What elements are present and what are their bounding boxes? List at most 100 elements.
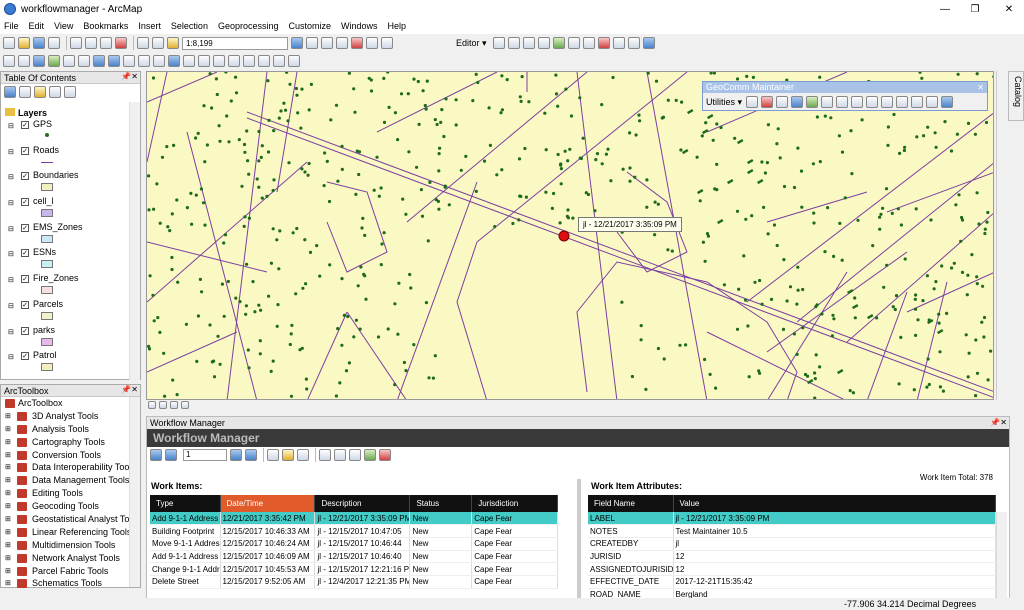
toolbox-item[interactable]: ⊞ Parcel Fabric Tools (1, 565, 140, 578)
layer-name[interactable]: cell_l (33, 196, 54, 206)
toolbox-item[interactable]: ⊞ 3D Analyst Tools (1, 410, 140, 423)
expand-icon[interactable]: ⊞ (5, 438, 11, 446)
wrench-icon[interactable] (911, 96, 924, 108)
python-icon[interactable] (366, 37, 378, 49)
split-icon[interactable] (567, 37, 580, 49)
back-icon[interactable] (93, 55, 105, 67)
list-by-source-icon[interactable] (19, 86, 31, 98)
collapse-icon[interactable]: ⊟ (8, 328, 14, 336)
collapse-icon[interactable]: ⊟ (8, 250, 14, 258)
editor-menu[interactable]: Editor ▾ (456, 38, 487, 49)
table-row[interactable]: JURISID 12 (588, 550, 996, 564)
expand-icon[interactable]: ⊞ (5, 476, 11, 484)
layer-name[interactable]: Fire_Zones (33, 273, 79, 283)
collapse-icon[interactable]: ⊟ (8, 276, 14, 284)
refresh-icon[interactable] (170, 401, 178, 409)
first-page-icon[interactable] (150, 449, 162, 461)
scale-dropdown[interactable]: 1:8,199 (182, 36, 288, 50)
item-details-icon[interactable] (334, 449, 346, 461)
attributes-scrollbar[interactable] (996, 512, 1007, 601)
assign-icon[interactable] (349, 449, 361, 461)
toolbox-item[interactable]: ⊞ Analysis Tools (1, 423, 140, 436)
splitter[interactable] (577, 479, 581, 601)
menu-view[interactable]: View (54, 21, 73, 31)
menu-customize[interactable]: Customize (289, 21, 332, 31)
layer-name[interactable]: ESNs (33, 247, 56, 257)
layer-item[interactable]: ⊟ ✓ ESNs (1, 246, 129, 272)
pin-icon[interactable]: 📌✕ (990, 417, 1007, 429)
forward-icon[interactable] (108, 55, 120, 67)
create-features-icon[interactable] (642, 37, 655, 49)
edit-tool-icon[interactable] (492, 37, 505, 49)
zoom-to-item-icon[interactable] (319, 449, 331, 461)
expand-icon[interactable]: ⊞ (5, 528, 11, 536)
expand-icon[interactable]: ⊞ (5, 515, 11, 523)
html-popup-icon[interactable] (198, 55, 210, 67)
work-items-table[interactable]: Type Date/Time Description Status Jurisdicti… (150, 495, 558, 589)
layer-item[interactable]: ⊟ ✓ cell_l (1, 195, 129, 221)
table-row[interactable]: EFFECTIVE_DATE 2017-12-21T15:35:42 (588, 575, 996, 589)
go-to-xy-icon[interactable] (258, 55, 270, 67)
pause-icon[interactable] (181, 401, 189, 409)
layer-name[interactable]: EMS_Zones (33, 222, 83, 232)
list-by-drawing-order-icon[interactable] (4, 86, 16, 98)
layer-item[interactable]: ⊟ ✓ Boundaries (1, 169, 129, 195)
restore-button[interactable]: ❐ (960, 0, 990, 18)
map-canvas[interactable] (147, 72, 994, 400)
layer-name[interactable]: Boundaries (33, 170, 79, 180)
flip-icon[interactable] (881, 96, 894, 108)
settings-icon[interactable] (776, 96, 789, 108)
arctoolbox-root[interactable]: ArcToolbox (1, 397, 140, 410)
layer-item[interactable]: ⊟ ✓ Parcels (1, 298, 129, 324)
zoom-out-icon[interactable] (18, 55, 30, 67)
map-scrollbar[interactable] (996, 71, 1006, 400)
table-row[interactable]: NOTES Test Maintainer 10.5 (588, 524, 996, 538)
layer-item[interactable]: ⊟ ✓ parks (1, 324, 129, 350)
collapse-icon[interactable]: ⊟ (8, 199, 14, 207)
help-icon[interactable] (941, 96, 954, 108)
editor-toolbar-icon[interactable] (291, 37, 303, 49)
table-row[interactable]: ASSIGNEDTOJURISID 12 (588, 562, 996, 576)
tools-icon[interactable] (896, 96, 909, 108)
add-point-icon[interactable] (806, 96, 819, 108)
cut-icon[interactable] (70, 37, 82, 49)
table-row[interactable]: Delete Street 12/15/2017 9:52:05 AM jl - 1… (150, 575, 558, 589)
rotate-icon[interactable] (582, 37, 595, 49)
collapse-icon[interactable]: ⊟ (8, 353, 14, 361)
layer-name[interactable]: Roads (33, 145, 59, 155)
layer-visibility-checkbox[interactable]: ✓ (21, 146, 29, 155)
expand-icon[interactable]: ⊞ (5, 412, 11, 420)
layer-item[interactable]: ⊟ ✓ Patrol (1, 349, 129, 375)
column-header[interactable]: Jurisdiction (471, 495, 558, 512)
data-view-icon[interactable] (148, 401, 156, 409)
menu-selection[interactable]: Selection (171, 21, 208, 31)
select-elements-icon[interactable] (153, 55, 165, 67)
add-data-icon[interactable] (167, 37, 179, 49)
toolbox-item[interactable]: ⊞ Geostatistical Analyst Tools (1, 513, 140, 526)
collapse-icon[interactable]: ⊟ (8, 302, 14, 310)
last-page-icon[interactable] (245, 449, 257, 461)
table-row[interactable]: Add 9-1-1 Address 12/15/2017 10:46:09 AM j… (150, 550, 558, 564)
expand-icon[interactable]: ⊞ (5, 579, 11, 587)
layer-visibility-checkbox[interactable]: ✓ (21, 326, 29, 335)
next-page-icon[interactable] (230, 449, 242, 461)
expand-icon[interactable]: ⊞ (5, 541, 11, 549)
paste-icon[interactable] (100, 37, 112, 49)
undo-icon[interactable] (137, 37, 149, 49)
collapse-icon[interactable]: ⊟ (8, 225, 14, 233)
identify-icon[interactable] (168, 55, 180, 67)
map-view[interactable]: jl - 12/21/2017 3:35:09 PM (146, 71, 994, 400)
clear-selection-icon[interactable] (138, 55, 150, 67)
layer-item[interactable]: ⊟ ✓ Fire_Zones (1, 272, 129, 298)
arctoolbox-scrollbar[interactable] (129, 397, 140, 587)
menu-bookmarks[interactable]: Bookmarks (83, 21, 128, 31)
toolbox-item[interactable]: ⊞ Multidimension Tools (1, 539, 140, 552)
copy-icon[interactable] (85, 37, 97, 49)
work-item-attributes-table[interactable]: Field Name Value LABEL jl - 12/21/2017 3:35… (588, 495, 996, 602)
layer-name[interactable]: GPS (33, 119, 52, 129)
expand-icon[interactable]: ⊞ (5, 554, 11, 562)
delete-vertex-icon[interactable] (597, 37, 610, 49)
table-icon[interactable] (306, 37, 318, 49)
workflow-icon[interactable] (746, 96, 759, 108)
toolbox-item[interactable]: ⊞ Linear Referencing Tools (1, 526, 140, 539)
